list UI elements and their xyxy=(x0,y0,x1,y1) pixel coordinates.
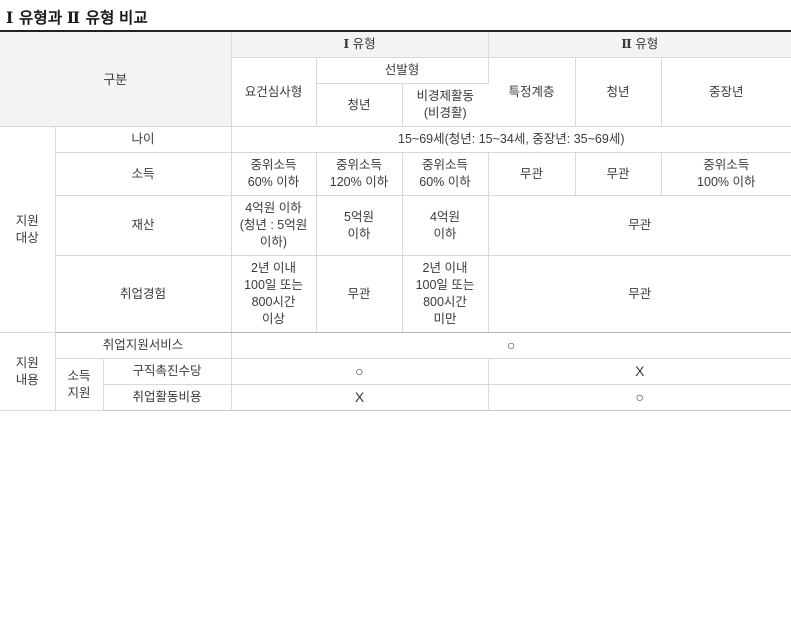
cell-income-jungjangnyeon: 중위소득 100% 이하 xyxy=(661,152,791,196)
row-employment-service: 지원 내용 취업지원서비스 ○ xyxy=(0,332,791,411)
type-2-numeral: Ⅱ xyxy=(621,37,632,51)
row-label-income: 소득 xyxy=(55,152,232,196)
cell-income-yogeon-line2: 60% 이하 xyxy=(247,175,300,189)
title-numeral-two: Ⅱ xyxy=(66,10,81,27)
cell-income-teukjeong: 무관 xyxy=(488,152,576,196)
row-label-work-experience: 취업경험 xyxy=(55,255,232,333)
row-job-seeking-allowance: 소득 지원 구직촉진수당 ○ X xyxy=(0,358,791,411)
header-col-bigyeongje-line2: (비경활) xyxy=(423,106,467,120)
header-type-1: Ⅰ 유형 xyxy=(231,31,489,58)
header-col-yogeon: 요건심사형 xyxy=(231,57,317,127)
cell-income-cheongnyeon-1-line1: 중위소득 xyxy=(335,158,382,172)
cell-income-bigyeongje-line2: 60% 이하 xyxy=(419,175,471,189)
header-gubun: 구분 xyxy=(0,31,232,127)
section-label-support-target-line1: 지원 xyxy=(15,213,39,228)
cell-assets-cheongnyeon-1: 5억원 이하 xyxy=(316,195,403,256)
cell-employment-service-all: ○ xyxy=(231,332,791,359)
cell-work-yogeon-line2: 100일 또는 xyxy=(244,278,303,292)
cell-work-type2-all: 무관 xyxy=(488,255,791,333)
cell-assets-yogeon-line1: 4억원 이하 xyxy=(245,201,302,215)
row-label-job-seeking-allowance: 구직촉진수당 xyxy=(103,358,232,385)
header-subgroup-seonbalhyeong: 선발형 xyxy=(316,57,489,84)
title-text-one: 유형과 xyxy=(14,10,67,27)
row-label-employment-service: 취업지원서비스 xyxy=(55,332,232,359)
cell-income-jungjangnyeon-line2: 100% 이하 xyxy=(697,175,756,189)
comparison-table: 구분 Ⅰ 유형 Ⅱ 유형 요건심사형 선발형 특정계층 청년 중장년 청년 비경… xyxy=(0,30,791,411)
cell-income-yogeon-line1: 중위소득 xyxy=(250,158,297,172)
cell-work-yogeon-line1: 2년 이내 xyxy=(251,261,296,275)
table-header: 구분 Ⅰ 유형 Ⅱ 유형 요건심사형 선발형 특정계층 청년 중장년 청년 비경… xyxy=(0,31,791,127)
title-text-two: 유형 비교 xyxy=(81,10,148,27)
cell-job-seeking-allowance-type2: X xyxy=(488,358,791,385)
cell-income-cheongnyeon-2: 무관 xyxy=(575,152,662,196)
table-body: 지원 대상 나이 15~69세(청년: 15~34세, 중장년: 35~69세)… xyxy=(0,126,791,411)
header-col-bigyeongje-line1: 비경제활동 xyxy=(416,89,475,103)
page-root: Ⅰ 유형과 Ⅱ 유형 비교 구분 Ⅰ 유형 Ⅱ 유형 요건심사형 선발형 특정계… xyxy=(0,0,791,631)
row-age: 지원 대상 나이 15~69세(청년: 15~34세, 중장년: 35~69세) xyxy=(0,126,791,333)
section-label-support-content: 지원 내용 xyxy=(0,332,56,411)
cell-assets-type2-all: 무관 xyxy=(488,195,791,256)
cell-work-cheongnyeon-1: 무관 xyxy=(316,255,403,333)
cell-age-all: 15~69세(청년: 15~34세, 중장년: 35~69세) xyxy=(231,126,791,153)
cell-work-yogeon-line3: 800시간 xyxy=(251,295,296,309)
row-assets: 재산 4억원 이하 (청년 : 5억원 이하) 5억원 이하 4억원 이하 무관 xyxy=(0,195,791,256)
header-col-cheongnyeon-2: 청년 xyxy=(575,57,662,127)
cell-work-yogeon: 2년 이내 100일 또는 800시간 이상 xyxy=(231,255,317,333)
cell-assets-yogeon-line2: (청년 : 5억원 xyxy=(239,218,308,232)
cell-assets-yogeon: 4억원 이하 (청년 : 5억원 이하) xyxy=(231,195,317,256)
cell-assets-cheongnyeon-1-line1: 5억원 xyxy=(344,209,374,224)
row-label-income-support-line2: 지원 xyxy=(67,385,91,400)
cell-assets-bigyeongje-line1: 4억원 xyxy=(430,209,460,224)
cell-assets-bigyeongje: 4억원 이하 xyxy=(402,195,489,256)
header-row-types: 구분 Ⅰ 유형 Ⅱ 유형 xyxy=(0,31,791,127)
cell-assets-bigyeongje-line2: 이하 xyxy=(433,226,457,241)
cell-assets-cheongnyeon-1-line2: 이하 xyxy=(347,226,371,241)
section-label-support-target-line2: 대상 xyxy=(15,230,39,245)
type-2-suffix: 유형 xyxy=(631,37,659,51)
header-col-teukjeong: 특정계층 xyxy=(488,57,576,127)
row-work-experience: 취업경험 2년 이내 100일 또는 800시간 이상 무관 2년 이내 100… xyxy=(0,255,791,333)
cell-assets-yogeon-line3: 이하) xyxy=(259,235,288,249)
row-income: 소득 중위소득 60% 이하 중위소득 120% 이하 중위소득 60% 이하 … xyxy=(0,152,791,196)
header-type-2: Ⅱ 유형 xyxy=(488,31,791,58)
header-col-cheongnyeon-1: 청년 xyxy=(316,83,403,127)
cell-job-activity-expense-type1: X xyxy=(231,384,489,411)
cell-income-cheongnyeon-1: 중위소득 120% 이하 xyxy=(316,152,403,196)
cell-income-yogeon: 중위소득 60% 이하 xyxy=(231,152,317,196)
cell-income-jungjangnyeon-line1: 중위소득 xyxy=(703,158,750,172)
section-label-support-target: 지원 대상 xyxy=(0,126,56,333)
type-1-suffix: 유형 xyxy=(349,37,376,51)
cell-work-bigyeongje-line2: 100일 또는 xyxy=(415,278,475,292)
cell-job-seeking-allowance-type1: ○ xyxy=(231,358,489,385)
row-label-age: 나이 xyxy=(55,126,232,153)
header-col-bigyeongje: 비경제활동 (비경활) xyxy=(402,83,489,127)
row-label-income-support: 소득 지원 xyxy=(55,358,104,411)
row-label-income-support-line1: 소득 xyxy=(67,368,91,383)
row-label-job-activity-expense: 취업활동비용 xyxy=(103,384,232,411)
section-label-support-content-line2: 내용 xyxy=(15,372,39,387)
row-label-assets: 재산 xyxy=(55,195,232,256)
cell-income-bigyeongje-line1: 중위소득 xyxy=(422,158,469,172)
cell-work-bigyeongje: 2년 이내 100일 또는 800시간 미만 xyxy=(402,255,489,333)
section-label-support-content-line1: 지원 xyxy=(15,355,39,370)
cell-income-cheongnyeon-1-line2: 120% 이하 xyxy=(329,175,389,189)
cell-income-bigyeongje: 중위소득 60% 이하 xyxy=(402,152,489,196)
page-title: Ⅰ 유형과 Ⅱ 유형 비교 xyxy=(0,0,791,30)
cell-work-yogeon-line4: 이상 xyxy=(261,312,285,326)
cell-work-bigyeongje-line3: 800시간 xyxy=(423,295,467,309)
row-job-activity-expense: 취업활동비용 X ○ xyxy=(0,384,791,411)
cell-work-bigyeongje-line4: 미만 xyxy=(433,312,457,326)
cell-job-activity-expense-type2: ○ xyxy=(635,389,645,405)
header-col-jungjangnyeon: 중장년 xyxy=(661,57,791,127)
cell-work-bigyeongje-line1: 2년 이내 xyxy=(422,261,468,275)
